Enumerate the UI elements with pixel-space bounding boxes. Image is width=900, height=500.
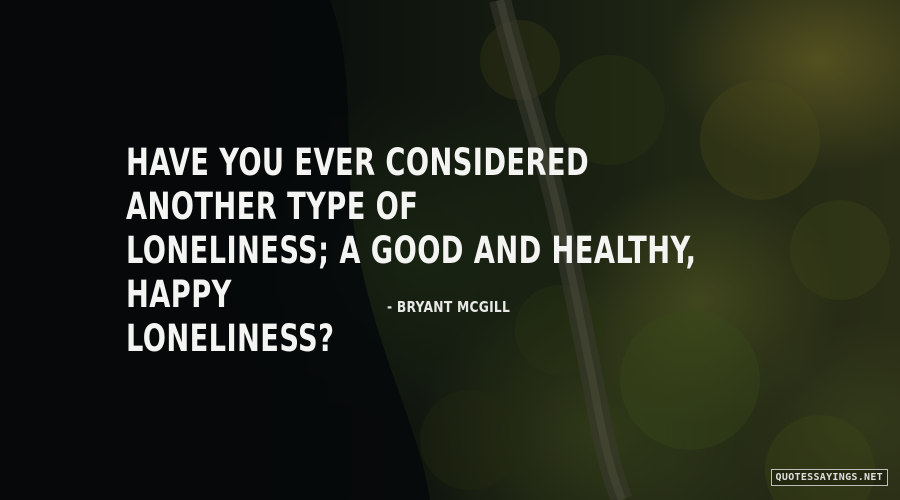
site-watermark: QUOTESSAYINGS.NET <box>770 469 888 486</box>
quote-line: LONELINESS? <box>126 317 335 360</box>
quote-line: HAVE YOU EVER CONSIDERED ANOTHER TYPE OF <box>126 141 590 228</box>
quote-author: - BRYANT MCGILL <box>387 298 511 316</box>
quote-text: HAVE YOU EVER CONSIDERED ANOTHER TYPE OF… <box>126 141 700 361</box>
background-photo: HAVE YOU EVER CONSIDERED ANOTHER TYPE OF… <box>0 0 900 500</box>
